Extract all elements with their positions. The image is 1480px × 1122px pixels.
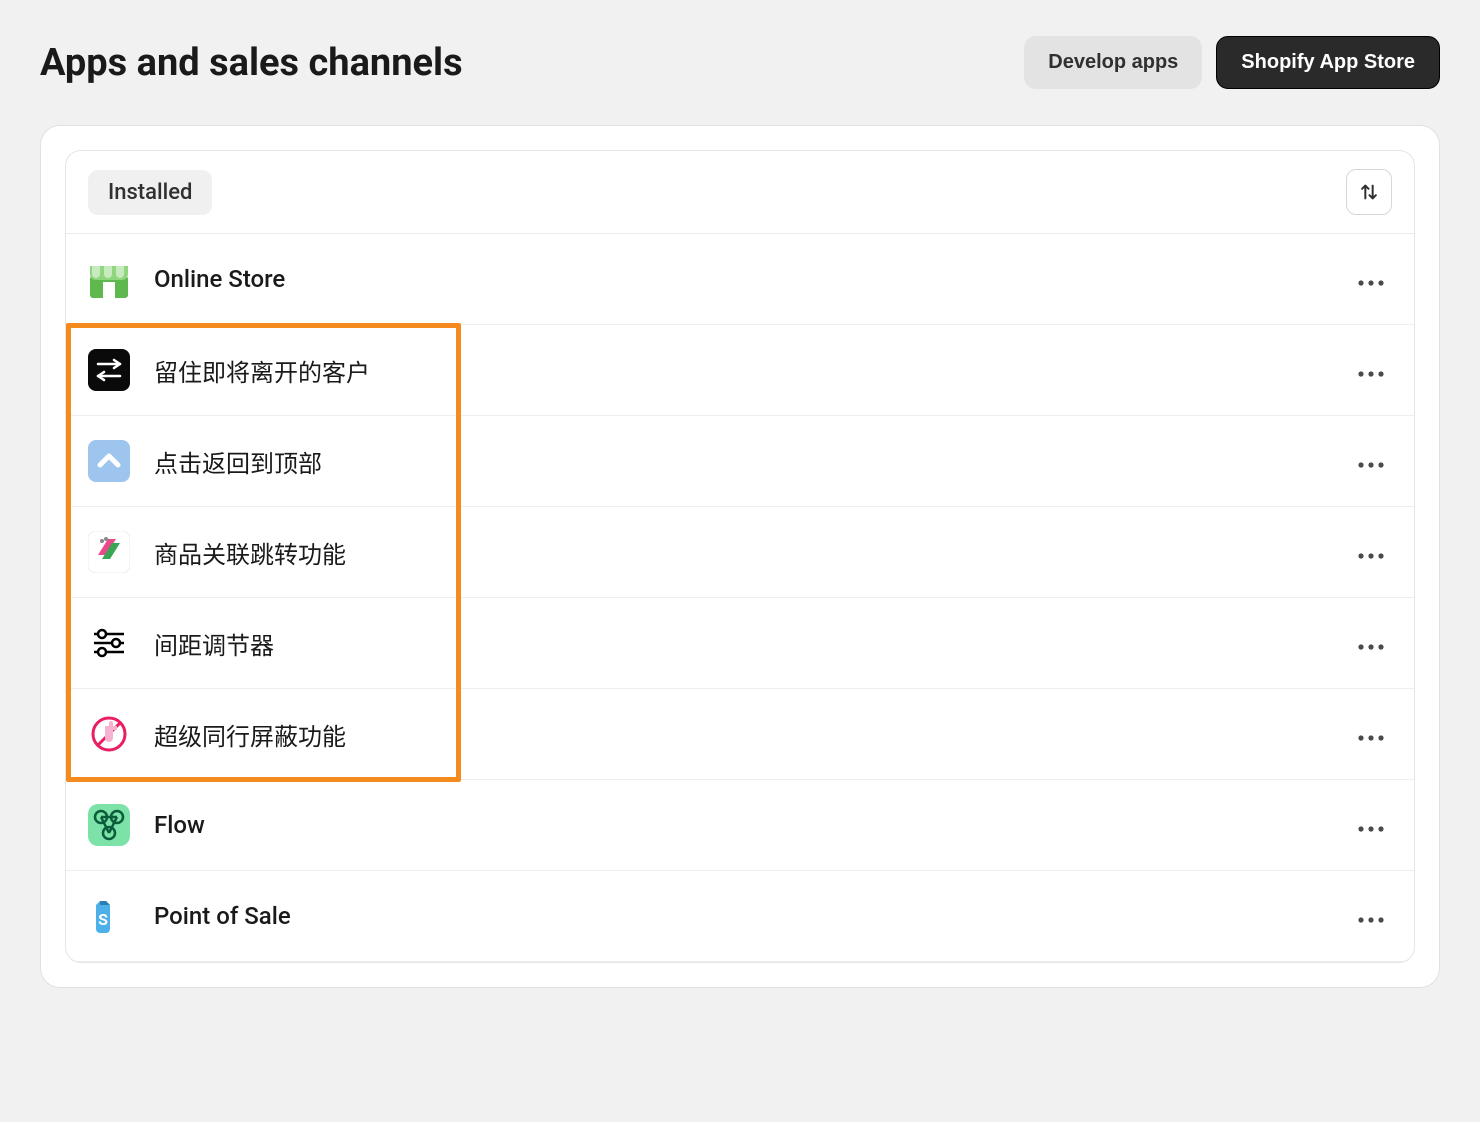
product-link-icon	[88, 531, 130, 573]
app-row[interactable]: 商品关联跳转功能	[66, 507, 1414, 598]
more-icon	[1358, 826, 1384, 832]
app-row[interactable]: Online Store	[66, 234, 1414, 325]
flow-icon	[88, 804, 130, 846]
exit-intent-icon	[88, 349, 130, 391]
more-icon	[1358, 917, 1384, 923]
app-row[interactable]: 留住即将离开的客户	[66, 325, 1414, 416]
more-icon	[1358, 735, 1384, 741]
app-name-label: 商品关联跳转功能	[154, 535, 1350, 570]
more-actions-button[interactable]	[1350, 353, 1392, 387]
app-row[interactable]: S Point of Sale	[66, 871, 1414, 962]
app-row[interactable]: 点击返回到顶部	[66, 416, 1414, 507]
app-row[interactable]: Flow	[66, 780, 1414, 871]
app-name-label: Flow	[154, 811, 1350, 839]
tab-installed[interactable]: Installed	[88, 170, 212, 215]
more-icon	[1358, 280, 1384, 286]
app-name-label: 间距调节器	[154, 626, 1350, 661]
more-actions-button[interactable]	[1350, 535, 1392, 569]
more-actions-button[interactable]	[1350, 899, 1392, 933]
more-actions-button[interactable]	[1350, 262, 1392, 296]
scroll-top-icon	[88, 440, 130, 482]
app-name-label: Point of Sale	[154, 902, 1350, 930]
more-icon	[1358, 644, 1384, 650]
tabs-row: Installed	[66, 151, 1414, 234]
more-actions-button[interactable]	[1350, 717, 1392, 751]
header-buttons: Develop apps Shopify App Store	[1024, 36, 1440, 89]
more-actions-button[interactable]	[1350, 808, 1392, 842]
app-row[interactable]: 超级同行屏蔽功能	[66, 689, 1414, 780]
more-icon	[1358, 553, 1384, 559]
app-row[interactable]: 间距调节器	[66, 598, 1414, 689]
app-store-button[interactable]: Shopify App Store	[1216, 36, 1440, 89]
online-store-icon	[88, 258, 130, 300]
sort-icon	[1358, 181, 1380, 203]
apps-card: Installed Online Store 留住即将离开的客户点击返回到顶部商品…	[40, 125, 1440, 988]
more-icon	[1358, 371, 1384, 377]
app-list: Online Store 留住即将离开的客户点击返回到顶部商品关联跳转功能间距调节…	[66, 234, 1414, 962]
pos-icon: S	[88, 895, 130, 937]
more-actions-button[interactable]	[1350, 626, 1392, 660]
more-actions-button[interactable]	[1350, 444, 1392, 478]
develop-apps-button[interactable]: Develop apps	[1024, 36, 1202, 89]
page-header: Apps and sales channels Develop apps Sho…	[40, 36, 1440, 89]
app-name-label: 超级同行屏蔽功能	[154, 717, 1350, 752]
more-icon	[1358, 462, 1384, 468]
svg-text:S: S	[98, 910, 108, 929]
block-icon	[88, 713, 130, 755]
spacing-icon	[88, 622, 130, 664]
sort-button[interactable]	[1346, 169, 1392, 215]
apps-inner-card: Installed Online Store 留住即将离开的客户点击返回到顶部商品…	[65, 150, 1415, 963]
page-title: Apps and sales channels	[40, 41, 463, 85]
app-name-label: Online Store	[154, 265, 1350, 293]
app-name-label: 点击返回到顶部	[154, 444, 1350, 479]
app-name-label: 留住即将离开的客户	[154, 353, 1350, 388]
